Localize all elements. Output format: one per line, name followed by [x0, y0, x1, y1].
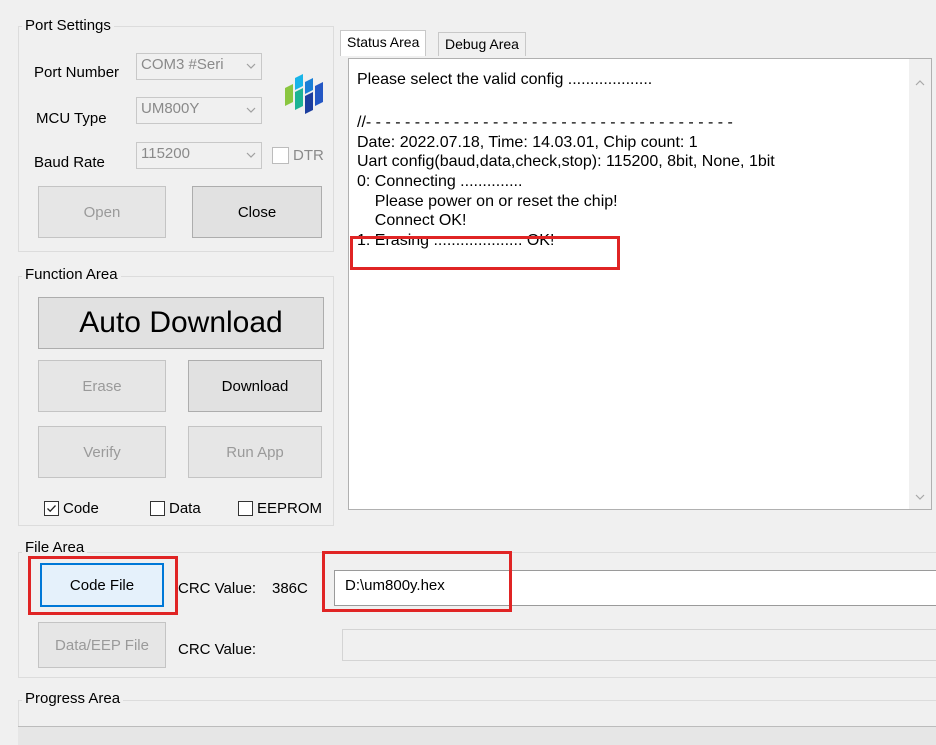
- status-log-line: Please select the valid config .........…: [357, 71, 653, 88]
- scroll-up-icon[interactable]: [914, 77, 926, 89]
- erase-button[interactable]: Erase: [38, 360, 166, 412]
- download-button[interactable]: Download: [188, 360, 322, 412]
- baud-rate-combo[interactable]: 115200: [136, 142, 262, 169]
- status-log-line: Please power on or reset the chip!: [357, 193, 618, 210]
- scroll-down-icon[interactable]: [914, 491, 926, 503]
- tab-status-area[interactable]: Status Area: [340, 30, 427, 56]
- status-log-line: 1: Erasing .................... OK!: [357, 232, 555, 249]
- checkbox-box: [272, 147, 289, 164]
- code-file-button[interactable]: Code File: [40, 563, 164, 607]
- function-area-title: Function Area: [22, 266, 121, 283]
- dtr-checkbox[interactable]: DTR: [272, 147, 324, 164]
- tab-debug-area[interactable]: Debug Area: [438, 32, 526, 56]
- code-check-label: Code: [63, 500, 99, 517]
- baud-rate-value: 115200: [141, 145, 190, 162]
- eeprom-check-label: EEPROM: [257, 500, 323, 517]
- data-check-label: Data: [169, 500, 201, 517]
- code-file-path-field[interactable]: D:\um800y.hex: [334, 570, 936, 606]
- data-file-path-field: [342, 629, 936, 661]
- port-number-combo[interactable]: COM3 #Seri: [136, 53, 262, 80]
- code-checkbox[interactable]: Code: [44, 500, 99, 517]
- dtr-label: DTR: [293, 147, 324, 164]
- checkbox-box: [44, 501, 59, 516]
- chevron-down-icon: [246, 107, 256, 113]
- close-button[interactable]: Close: [192, 186, 322, 238]
- chevron-down-icon: [246, 152, 256, 158]
- open-button[interactable]: Open: [38, 186, 166, 238]
- run-app-button[interactable]: Run App: [188, 426, 322, 478]
- status-log-scrollbar[interactable]: [909, 59, 931, 509]
- mcu-type-value: UM800Y: [141, 100, 200, 117]
- auto-download-button[interactable]: Auto Download: [38, 297, 324, 349]
- status-log-line: Date: 2022.07.18, Time: 14.03.01, Chip c…: [357, 134, 698, 151]
- auto-download-label: Auto Download: [79, 306, 283, 339]
- port-number-label: Port Number: [34, 64, 120, 81]
- eeprom-checkbox[interactable]: EEPROM: [238, 500, 322, 517]
- mcu-type-combo[interactable]: UM800Y: [136, 97, 262, 124]
- status-log-panel[interactable]: Please select the valid config .........…: [348, 58, 932, 510]
- data-eep-file-button[interactable]: Data/EEP File: [38, 622, 166, 668]
- checkmark-icon: [47, 505, 56, 513]
- mcu-type-label: MCU Type: [36, 110, 107, 127]
- progress-area-title: Progress Area: [22, 690, 124, 707]
- crc-label-data: CRC Value:: [178, 641, 257, 658]
- status-log-line: Connect OK!: [357, 212, 467, 229]
- checkbox-box: [150, 501, 165, 516]
- data-checkbox[interactable]: Data: [150, 500, 201, 517]
- checkbox-box: [238, 501, 253, 516]
- baud-rate-label: Baud Rate: [34, 154, 105, 171]
- app-logo-icon: [285, 74, 323, 114]
- status-log-line: //- - - - - - - - - - - - - - - - - - - …: [357, 114, 733, 131]
- file-area-title: File Area: [22, 539, 88, 556]
- progress-bar: [18, 726, 936, 745]
- status-log-line: Uart config(baud,data,check,stop): 11520…: [357, 153, 775, 170]
- port-number-value: COM3 #Seri: [141, 56, 224, 73]
- crc-value-code: 386C: [272, 580, 308, 597]
- port-settings-title: Port Settings: [22, 17, 114, 34]
- chevron-down-icon: [246, 63, 256, 69]
- verify-button[interactable]: Verify: [38, 426, 166, 478]
- status-log-line: 0: Connecting ..............: [357, 173, 523, 190]
- crc-label-code: CRC Value:: [178, 580, 257, 597]
